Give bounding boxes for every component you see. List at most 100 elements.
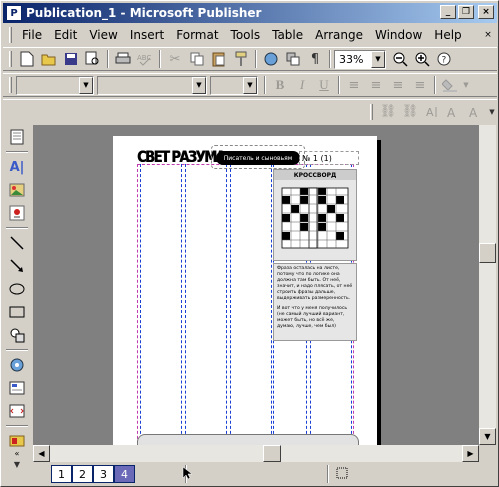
link-text-box-icon[interactable]: ⛓ <box>377 101 399 123</box>
format-painter-icon[interactable] <box>230 48 252 70</box>
align-left-icon[interactable]: ≡ <box>343 74 365 96</box>
text-direction-icon[interactable]: A <box>421 101 443 123</box>
picture-frame-tool-icon[interactable] <box>5 179 29 201</box>
menu-format[interactable]: Format <box>170 28 224 42</box>
insert-hyperlink-icon[interactable] <box>260 48 282 70</box>
help-icon[interactable]: ? <box>433 48 455 70</box>
toolbar-grip[interactable] <box>9 51 12 67</box>
footer-shape[interactable] <box>137 434 359 445</box>
bold-icon[interactable]: B <box>269 74 291 96</box>
toolbar-separator <box>159 50 161 68</box>
article-paragraph-2: И вот что у меня получилось (не самый лу… <box>277 306 348 329</box>
minimize-button[interactable]: _ <box>440 5 456 19</box>
menu-arrange[interactable]: Arrange <box>309 28 369 42</box>
menu-help[interactable]: Help <box>428 28 467 42</box>
font-size-select[interactable]: ▼ <box>210 75 258 95</box>
increase-font-icon[interactable]: A <box>443 101 465 123</box>
underline-icon[interactable]: U <box>313 74 335 96</box>
arrow-tool-icon[interactable] <box>5 255 29 277</box>
autoshapes-tool-icon[interactable] <box>5 324 29 346</box>
toolbar-grip[interactable] <box>9 77 12 93</box>
menu-grip[interactable] <box>9 27 12 43</box>
form-control-tool-icon[interactable] <box>5 377 29 399</box>
style-dropdown-arrow-icon[interactable]: ▼ <box>79 76 93 94</box>
menu-window[interactable]: Window <box>369 28 428 42</box>
masthead-title[interactable]: СВЕТ РАЗУМА <box>137 148 226 173</box>
crossword-frame[interactable]: КРОССВОРД <box>273 169 357 261</box>
publication-page[interactable]: СВЕТ РАЗУМА Писатель и сыновьям № 1 (1) … <box>113 136 377 445</box>
fill-color-icon[interactable] <box>439 74 461 96</box>
menu-insert[interactable]: Insert <box>124 28 170 42</box>
save-disk-icon[interactable] <box>60 48 82 70</box>
clip-art-tool-icon[interactable] <box>5 202 29 224</box>
copy-icon[interactable] <box>186 48 208 70</box>
toolbar-options-icon[interactable]: ▼ <box>487 101 497 123</box>
page-tab-3[interactable]: 3 <box>93 465 114 483</box>
close-button[interactable]: × <box>478 5 494 19</box>
svg-text:A: A <box>469 106 478 119</box>
line-tool-icon[interactable] <box>5 232 29 254</box>
html-code-fragment-icon[interactable] <box>5 400 29 422</box>
zoom-dropdown-arrow-icon[interactable]: ▼ <box>371 50 385 68</box>
horizontal-scroll-thumb[interactable] <box>263 445 281 462</box>
page-tab-1[interactable]: 1 <box>51 465 72 483</box>
spelling-icon[interactable]: ABC <box>134 48 156 70</box>
open-folder-icon[interactable] <box>38 48 60 70</box>
font-dropdown-arrow-icon[interactable]: ▼ <box>192 76 206 94</box>
toolbar-separator <box>434 76 436 94</box>
scroll-left-double-icon[interactable]: « <box>3 445 31 462</box>
zoom-select[interactable]: 33% ▼ <box>334 49 386 69</box>
paste-icon[interactable] <box>208 48 230 70</box>
style-select[interactable]: ▼ <box>16 75 94 95</box>
scroll-down-button[interactable]: ▼ <box>479 428 496 445</box>
hot-spot-tool-icon[interactable] <box>5 354 29 376</box>
article-frame[interactable]: Фраза осталась на листе, потому что по л… <box>273 263 357 341</box>
decrease-font-icon[interactable]: A <box>465 101 487 123</box>
menu-tools[interactable]: Tools <box>225 28 267 42</box>
vertical-scrollbar[interactable]: ▼ <box>479 125 496 445</box>
align-center-icon[interactable]: ≡ <box>365 74 387 96</box>
page-tab-2[interactable]: 2 <box>72 465 93 483</box>
justify-icon[interactable]: ≡ <box>409 74 431 96</box>
horizontal-scrollbar[interactable]: « ◀ ▶ <box>15 445 479 462</box>
unlink-text-box-icon[interactable]: ⛓ <box>399 101 421 123</box>
new-document-icon[interactable] <box>16 48 38 70</box>
align-right-icon[interactable]: ≡ <box>387 74 409 96</box>
toolbar-separator <box>264 76 266 94</box>
title-bar[interactable]: P Publication_1 - Microsoft Publisher _ … <box>3 3 497 23</box>
menu-table[interactable]: Table <box>266 28 309 42</box>
print-icon[interactable] <box>112 48 134 70</box>
toolbar-separator <box>6 151 28 153</box>
select-objects-icon[interactable] <box>5 126 29 148</box>
scroll-right-button[interactable]: ▶ <box>462 445 479 462</box>
bring-to-front-icon[interactable] <box>282 48 304 70</box>
formatting-toolbar: ▼ ▼ ▼ B I U ≡ ≡ ≡ ≡ ▼ <box>3 73 497 97</box>
restore-button[interactable]: ❐ <box>458 5 474 19</box>
oval-tool-icon[interactable] <box>5 278 29 300</box>
menu-edit[interactable]: Edit <box>48 28 83 42</box>
fill-color-dropdown-icon[interactable]: ▼ <box>461 74 471 96</box>
close-document-button[interactable]: × <box>481 29 495 42</box>
search-file-icon[interactable] <box>82 48 104 70</box>
publisher-app-icon[interactable]: P <box>6 5 22 21</box>
font-size-dropdown-arrow-icon[interactable]: ▼ <box>243 76 257 94</box>
publication-workspace[interactable]: СВЕТ РАЗУМА Писатель и сыновьям № 1 (1) … <box>33 125 479 445</box>
page-tab-4[interactable]: 4 <box>114 465 135 483</box>
issue-number[interactable]: № 1 (1) <box>299 151 359 165</box>
cut-icon[interactable]: ✂ <box>164 48 186 70</box>
italic-icon[interactable]: I <box>291 74 313 96</box>
vertical-scroll-thumb[interactable] <box>479 243 496 263</box>
zoom-out-icon[interactable] <box>389 48 411 70</box>
show-special-characters-icon[interactable]: ¶ <box>304 48 326 70</box>
rectangle-tool-icon[interactable] <box>5 301 29 323</box>
pill-banner[interactable]: Писатель и сыновьям <box>216 151 300 165</box>
zoom-in-icon[interactable] <box>411 48 433 70</box>
menu-file[interactable]: File <box>16 28 48 42</box>
scroll-left-button[interactable]: ◀ <box>33 445 50 462</box>
font-select[interactable]: ▼ <box>97 75 207 95</box>
toolbar-separator <box>6 425 28 427</box>
menu-view[interactable]: View <box>83 28 123 42</box>
text-box-tool-icon[interactable]: A| <box>5 156 29 178</box>
svg-text:A: A <box>426 106 434 119</box>
toolbar-grip[interactable] <box>370 103 373 120</box>
